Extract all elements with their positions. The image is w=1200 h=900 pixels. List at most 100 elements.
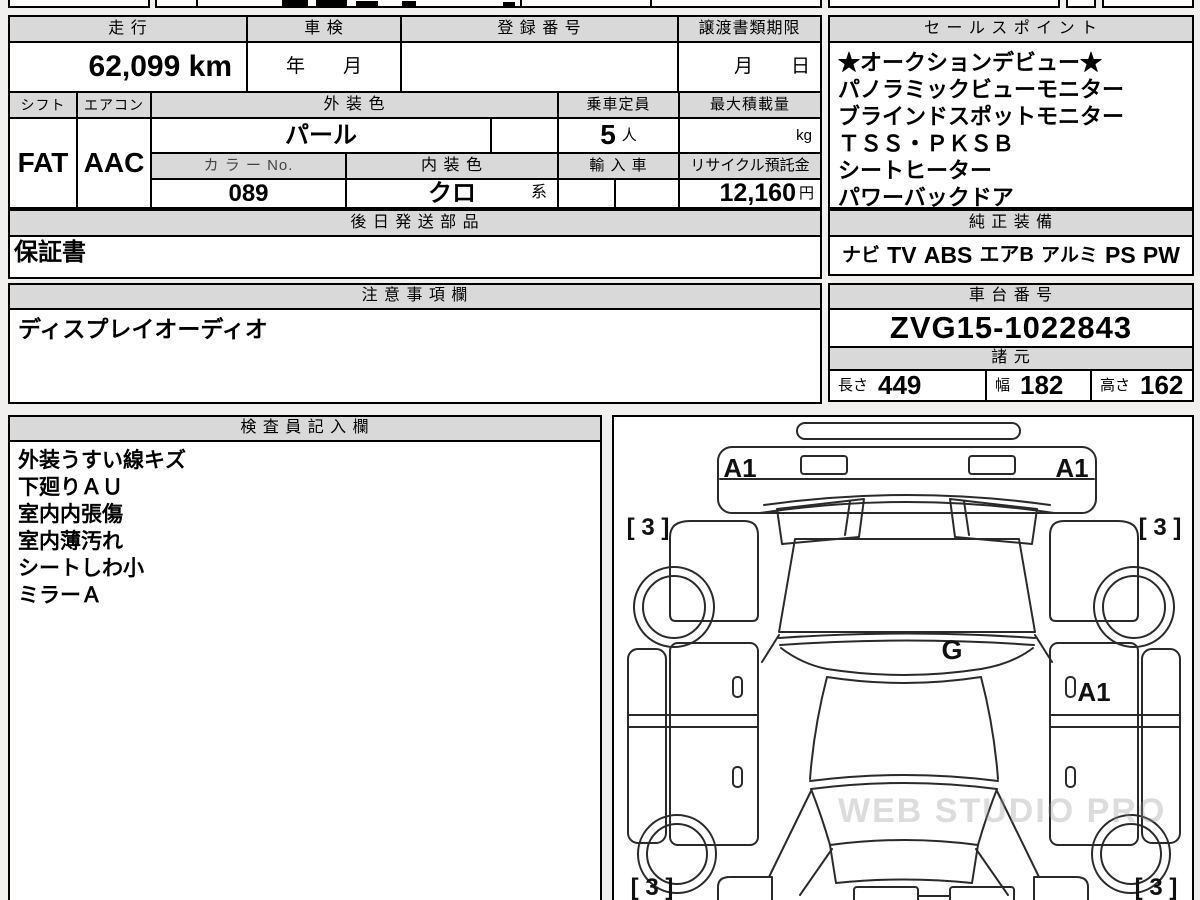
aircon-header: エアコン	[76, 91, 152, 119]
capacity-value: 5 人	[557, 117, 680, 154]
inspector-header: 検 査 員 記 入 欄	[8, 415, 602, 442]
cutoff-cell	[1102, 0, 1194, 8]
aircon-value: AAC	[76, 117, 152, 209]
notes-value: ディスプレイオーディオ	[8, 308, 822, 404]
cutoff-text-fragment	[316, 0, 346, 7]
recycle-deposit-value: 12,160 円	[678, 178, 822, 209]
spec-width: 幅 182	[985, 369, 1092, 402]
front-right-a1-mark: A1	[1055, 453, 1088, 483]
import-car-cell-1	[557, 178, 616, 209]
max-load-header: 最大積載量	[678, 91, 822, 119]
exterior-color-empty	[490, 117, 559, 154]
exterior-color-header: 外 装 色	[150, 91, 559, 119]
interior-color-header: 内 装 色	[345, 152, 559, 180]
inspector-line: ミラーＡ	[18, 584, 102, 607]
rear-right-bracket-mark: [ 3 ]	[1135, 874, 1178, 900]
capacity-unit: 人	[621, 126, 637, 144]
center-g-mark: G	[941, 635, 962, 665]
exterior-color-value: パール	[150, 117, 492, 154]
registration-header: 登 録 番 号	[400, 15, 679, 43]
sales-point-item: ブラインドスポットモニター	[838, 104, 1125, 129]
door-handle	[732, 766, 743, 788]
cutoff-cell	[650, 0, 822, 8]
sales-points-header: セ ー ル ス ポ イ ン ト	[828, 15, 1194, 43]
cutoff-text-fragment	[503, 2, 515, 7]
inspector-lines: 外装うすい線キズ 下廻りＡＵ 室内内張傷 室内薄汚れ シートしわ小 ミラーＡ	[18, 447, 186, 609]
equipment-item: PW	[1142, 242, 1180, 269]
bumper-sensor-left	[800, 455, 848, 475]
mileage-value: 62,099 km	[8, 41, 248, 93]
import-car-header: 輸 入 車	[557, 152, 680, 180]
inspector-line: 室内内張傷	[18, 503, 123, 526]
left-rocker	[627, 648, 667, 844]
spec-length-label: 長さ	[838, 376, 869, 394]
notes-header: 注 意 事 項 欄	[8, 283, 822, 310]
car-top-view-diagram: A1 A1 [ 3 ] [ 3 ] G A1 [ 3 ] [ 3 ]	[627, 422, 1182, 900]
front-left-a1-mark: A1	[723, 453, 756, 483]
inspector-line: シートしわ小	[18, 557, 144, 580]
recycle-deposit-amount: 12,160	[719, 179, 796, 208]
side-right-a1-mark: A1	[1077, 677, 1110, 707]
specs-header: 諸 元	[828, 346, 1194, 371]
car-diagram-box: A1 A1 [ 3 ] [ 3 ] G A1 [ 3 ] [ 3 ]	[612, 415, 1194, 900]
chassis-number-header: 車 台 番 号	[828, 283, 1194, 310]
interior-color-value: クロ 系	[345, 178, 559, 209]
sales-point-item: ★オークションデビュー★	[838, 50, 1103, 75]
sales-point-item: ＴＳＳ・ＰＫＳＢ	[838, 131, 1015, 156]
inspector-line: 室内薄汚れ	[18, 530, 123, 553]
cutoff-cell	[155, 0, 198, 8]
transfer-deadline-header: 譲渡書類期限	[677, 15, 822, 43]
shift-value: FAT	[8, 117, 78, 209]
plate-strip	[796, 422, 1021, 440]
rear-bumper-left	[853, 886, 919, 900]
front-right-bracket-mark: [ 3 ]	[1139, 514, 1182, 541]
cutoff-cell	[1066, 0, 1096, 8]
spec-height-value: 162	[1140, 369, 1184, 400]
equipment-item: TV	[887, 242, 917, 269]
spec-length: 長さ 449	[828, 369, 987, 402]
max-load-unit: kg	[796, 126, 812, 144]
sales-point-item: パノラミックビューモニター	[838, 77, 1125, 102]
color-no-header: カ ラ ー No.	[150, 152, 347, 180]
equipment-list: ナビ TV ABS エアB アルミ PS PW	[828, 235, 1194, 276]
spec-height-label: 高さ	[1100, 376, 1131, 394]
cutoff-cell	[828, 0, 1060, 8]
transfer-deadline-value: 月 日	[677, 41, 822, 93]
later-parts-header: 後 日 発 送 部 品	[8, 209, 822, 237]
inspection-value: 年 月	[246, 41, 402, 93]
spec-width-label: 幅	[995, 376, 1011, 394]
spec-height: 高さ 162	[1090, 369, 1194, 402]
sales-point-item: パワーバックドア	[838, 185, 1014, 210]
capacity-header: 乗車定員	[557, 91, 680, 119]
door-handle	[1065, 766, 1076, 788]
interior-color-suffix: 系	[530, 184, 547, 202]
chassis-number-value: ZVG15-1022843	[828, 308, 1194, 348]
door-handle	[732, 676, 743, 698]
sales-points-list: ★オークションデビュー★ パノラミックビューモニター ブラインドスポットモニター…	[828, 41, 1194, 210]
import-car-cell-2	[614, 178, 680, 209]
cutoff-cell	[520, 0, 652, 8]
equipment-item: エアB	[979, 244, 1034, 266]
cutoff-text-fragment	[282, 0, 308, 6]
front-left-wheel	[633, 566, 715, 648]
front-left-bracket-mark: [ 3 ]	[627, 514, 670, 541]
equipment-item: ABS	[923, 242, 973, 269]
spec-width-value: 182	[1020, 369, 1064, 400]
inspector-line: 下廻りＡＵ	[18, 476, 123, 499]
interior-color-name: クロ	[428, 179, 476, 207]
front-right-wheel	[1093, 566, 1175, 648]
recycle-deposit-header: リサイクル預託金	[678, 152, 822, 180]
equipment-item: アルミ	[1041, 244, 1098, 266]
later-parts-value: 保証書	[8, 235, 822, 279]
cutoff-text-fragment	[402, 1, 416, 6]
bumper-sensor-right	[968, 455, 1016, 475]
max-load-value: kg	[678, 117, 822, 154]
spec-length-value: 449	[878, 369, 922, 400]
color-no-value: 089	[150, 178, 347, 209]
cutoff-cell	[8, 0, 150, 8]
auction-sheet: 走 行 車 検 登 録 番 号 譲渡書類期限 62,099 km 年 月 月 日…	[0, 0, 1200, 900]
cutoff-text-fragment	[356, 1, 378, 7]
inspection-header: 車 検	[246, 15, 402, 43]
equipment-item: PS	[1105, 242, 1136, 269]
shift-header: シフト	[8, 91, 78, 119]
